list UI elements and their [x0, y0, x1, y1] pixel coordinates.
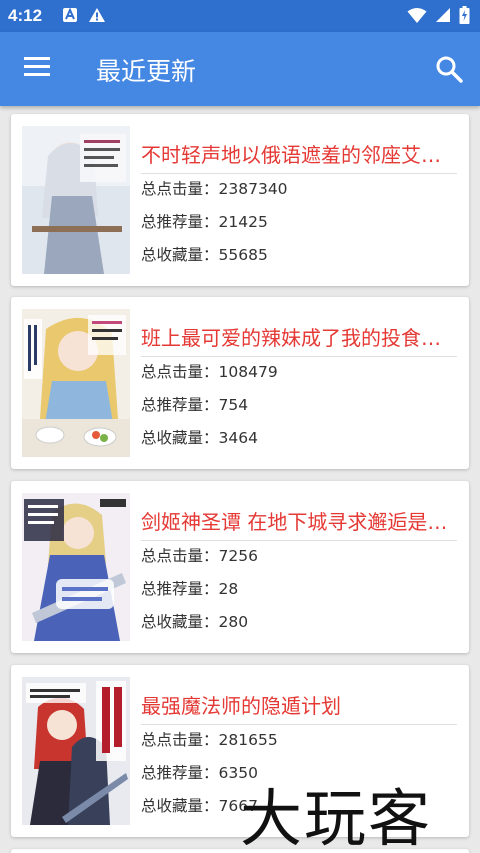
book-card[interactable]: 剑姬神圣谭 在地下城寻求邂逅是否搞错了什么外传 总点击量：7256 总推荐量：2…: [11, 481, 469, 653]
status-time: 4:12: [8, 6, 43, 25]
book-title[interactable]: 最强魔法师的隐遁计划: [141, 690, 457, 725]
book-cover[interactable]: [22, 677, 130, 825]
click-count: 总点击量：108479: [141, 363, 278, 381]
search-icon[interactable]: [434, 54, 464, 84]
book-cover[interactable]: [22, 309, 130, 457]
menu-icon[interactable]: [24, 57, 50, 79]
page-title: 最近更新: [96, 57, 197, 86]
click-count: 总点击量：7256: [141, 547, 258, 565]
notification-icons: [62, 7, 106, 23]
wifi-icon: [407, 7, 427, 23]
book-title[interactable]: 不时轻声地以俄语遮羞的邻座艾莉同学: [141, 139, 457, 174]
favorite-count: 总收藏量：280: [141, 613, 249, 631]
recommend-count: 总推荐量：28: [141, 580, 239, 598]
battery-charging-icon: [459, 6, 470, 24]
system-icons: [407, 6, 470, 24]
click-count: 总点击量：281655: [141, 731, 278, 749]
book-title[interactable]: 剑姬神圣谭 在地下城寻求邂逅是否搞错了什么外传: [141, 506, 457, 541]
warning-icon: [89, 8, 105, 22]
favorite-count: 总收藏量：55685: [141, 246, 268, 264]
app-notification-icon: [63, 7, 77, 22]
app-bar: 最近更新: [0, 32, 480, 106]
book-cover[interactable]: [22, 493, 130, 641]
status-bar: 4:12: [0, 0, 480, 32]
watermark: 大玩客: [240, 782, 433, 853]
signal-icon: [436, 8, 450, 22]
book-cover[interactable]: [22, 126, 130, 274]
favorite-count: 总收藏量：3464: [141, 429, 258, 447]
click-count: 总点击量：2387340: [141, 180, 288, 198]
book-title[interactable]: 班上最可爱的辣妹成了我的投食对象: [141, 322, 457, 357]
book-card[interactable]: 不时轻声地以俄语遮羞的邻座艾莉同学 总点击量：2387340 总推荐量：2142…: [11, 114, 469, 286]
book-card[interactable]: 班上最可爱的辣妹成了我的投食对象 总点击量：108479 总推荐量：754 总收…: [11, 297, 469, 469]
recommend-count: 总推荐量：21425: [141, 213, 268, 231]
recommend-count: 总推荐量：754: [141, 396, 249, 414]
